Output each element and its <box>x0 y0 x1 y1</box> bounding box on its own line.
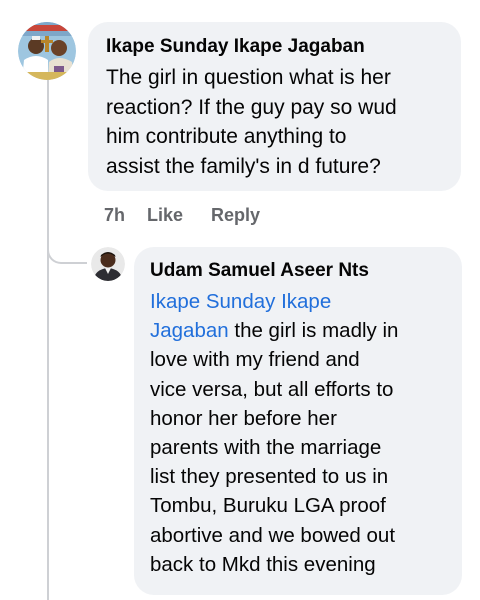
avatar-ikape[interactable] <box>18 22 76 80</box>
comment-bubble: Ikape Sunday Ikape Jagaban The girl in q… <box>88 22 461 191</box>
reply-line: honor her before her <box>150 406 337 430</box>
reply-line-text: the girl is madly in <box>228 319 399 343</box>
reply-line: vice versa, but all efforts to <box>150 377 394 401</box>
comment-text: The girl in question what is her reactio… <box>106 63 445 181</box>
reply-author[interactable]: Udam Samuel Aseer Nts <box>150 259 448 283</box>
reply-line: Jagaban the girl is madly in <box>150 316 448 345</box>
comment-timestamp[interactable]: 7h <box>104 203 125 227</box>
comment-line: assist the family's in d future? <box>106 154 381 178</box>
like-button[interactable]: Like <box>147 203 183 227</box>
thread-line <box>47 76 49 600</box>
mention-link[interactable]: Ikape Sunday Ikape <box>150 290 331 313</box>
reply-line: list they presented to us in <box>150 465 389 489</box>
reply-line: love with my friend and <box>150 348 360 372</box>
mention-link[interactable]: Jagaban <box>150 319 229 342</box>
reply-button[interactable]: Reply <box>211 203 260 227</box>
profile-photo-icon <box>18 22 76 80</box>
comment-thread: Ikape Sunday Ikape Jagaban The girl in q… <box>0 0 480 600</box>
reply-bubble: Udam Samuel Aseer Nts Ikape Sunday Ikape… <box>134 247 462 595</box>
comment-line: him contribute anything to <box>106 125 347 148</box>
comment-author[interactable]: Ikape Sunday Ikape Jagaban <box>106 35 445 59</box>
reply-text: Ikape Sunday Ikape Jagaban the girl is m… <box>150 287 448 579</box>
avatar-udam[interactable] <box>91 247 125 281</box>
reply-line: parents with the marriage <box>150 436 382 460</box>
comment-line: The girl in question what is her <box>106 66 391 89</box>
mention-line: Ikape Sunday Ikape <box>150 287 448 316</box>
reply-connector <box>47 232 87 264</box>
reply-line: Tombu, Buruku LGA proof <box>150 494 386 518</box>
profile-photo-icon <box>91 247 125 281</box>
reply-line: abortive and we bowed out <box>150 523 396 547</box>
comment-actions: 7h Like Reply <box>104 203 260 227</box>
reply-line: back to Mkd this evening <box>150 552 376 576</box>
comment-line: reaction? If the guy pay so wud <box>106 95 397 119</box>
